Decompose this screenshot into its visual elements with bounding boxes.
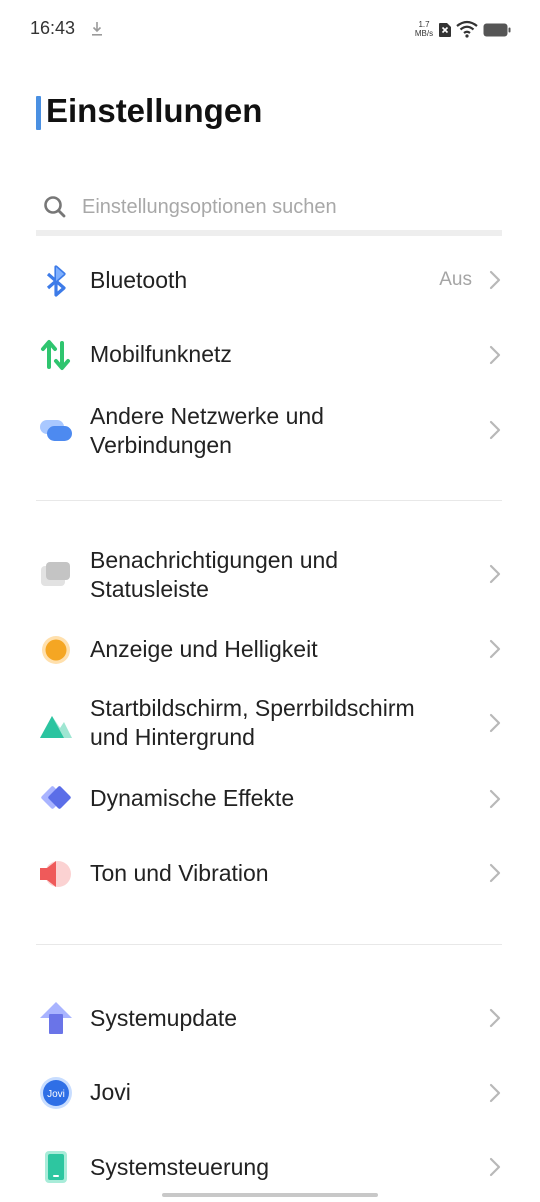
display-icon	[42, 636, 70, 664]
label-line-1: Benachrichtigungen und	[90, 547, 339, 573]
system-control-icon	[45, 1151, 67, 1183]
chevron-right-icon	[489, 789, 501, 809]
search-icon	[44, 196, 66, 218]
status-time: 16:43	[30, 18, 76, 38]
settings-item-label: Dynamische Effekte	[90, 785, 295, 811]
settings-item-jovi[interactable]: Jovi Jovi	[0, 1058, 540, 1128]
chevron-right-icon	[489, 564, 501, 584]
label-line-2: Verbindungen	[90, 432, 232, 458]
chevron-right-icon	[489, 420, 501, 440]
chevron-right-icon	[489, 270, 501, 290]
settings-item-sound[interactable]: Ton und Vibration	[0, 838, 540, 910]
settings-item-display[interactable]: Anzeige und Helligkeit	[0, 614, 540, 686]
bluetooth-icon	[46, 265, 66, 297]
connections-icon	[40, 420, 72, 441]
settings-item-label: Mobilfunknetz	[90, 341, 232, 367]
settings-item-label: Startbildschirm, Sperrbildschirm und Hin…	[90, 694, 480, 752]
chevron-right-icon	[489, 1157, 501, 1177]
chevron-right-icon	[489, 639, 501, 659]
settings-item-label: Benachrichtigungen und Statusleiste	[90, 546, 480, 604]
chevron-right-icon	[489, 713, 501, 733]
chevron-right-icon	[489, 863, 501, 883]
notifications-icon	[41, 562, 70, 586]
page-title: Einstellungen	[46, 92, 263, 129]
settings-item-label: Jovi	[90, 1079, 131, 1105]
chevron-right-icon	[489, 345, 501, 365]
settings-item-label: Ton und Vibration	[90, 860, 269, 886]
settings-item-label: Andere Netzwerke und Verbindungen	[90, 402, 480, 460]
section-divider	[36, 944, 502, 945]
settings-item-label: Anzeige und Helligkeit	[90, 636, 318, 662]
jovi-icon: Jovi	[40, 1077, 72, 1109]
label-line-1: Andere Netzwerke und	[90, 403, 324, 429]
search-bar[interactable]	[36, 186, 502, 236]
settings-item-system-update[interactable]: Systemupdate	[0, 982, 540, 1054]
settings-item-label: Bluetooth	[90, 267, 188, 293]
bluetooth-status-value: Aus	[439, 269, 472, 290]
settings-item-mobile-network[interactable]: Mobilfunknetz	[0, 320, 540, 390]
search-input[interactable]	[82, 192, 482, 222]
chevron-right-icon	[489, 1083, 501, 1103]
mobile-network-icon	[41, 340, 70, 370]
network-speed: 1.7 MB/s	[412, 20, 436, 38]
chevron-right-icon	[489, 1008, 501, 1028]
settings-item-bluetooth[interactable]: Bluetooth Aus	[0, 245, 540, 317]
settings-item-notifications[interactable]: Benachrichtigungen und Statusleiste	[0, 536, 540, 616]
settings-item-label: Systemupdate	[90, 1005, 238, 1031]
settings-item-label: Systemsteuerung	[90, 1154, 269, 1180]
jovi-icon-text: Jovi	[47, 1089, 65, 1100]
title-accent-bar	[36, 96, 41, 130]
sound-icon	[40, 861, 71, 887]
label-line-2: Statusleiste	[90, 576, 209, 602]
section-divider	[36, 500, 502, 501]
network-speed-value: 1.7	[418, 20, 430, 29]
download-icon	[92, 22, 102, 36]
battery-icon	[483, 23, 511, 37]
sim-icon	[439, 23, 451, 37]
settings-item-other-networks[interactable]: Andere Netzwerke und Verbindungen	[0, 392, 540, 472]
home-indicator[interactable]	[162, 1193, 378, 1197]
network-speed-unit: MB/s	[414, 29, 434, 38]
update-icon	[40, 1002, 72, 1034]
effects-icon	[41, 786, 71, 809]
settings-item-homescreen[interactable]: Startbildschirm, Sperrbildschirm und Hin…	[0, 684, 540, 764]
status-bar: 16:43 1.7 MB/s	[0, 0, 540, 60]
label-line-1: Startbildschirm, Sperrbildschirm	[90, 695, 415, 721]
settings-item-dynamic-effects[interactable]: Dynamische Effekte	[0, 764, 540, 834]
wallpaper-icon	[40, 716, 72, 738]
settings-item-system-control[interactable]: Systemsteuerung	[0, 1132, 540, 1202]
label-line-2: und Hintergrund	[90, 724, 255, 750]
wifi-icon	[456, 20, 478, 38]
